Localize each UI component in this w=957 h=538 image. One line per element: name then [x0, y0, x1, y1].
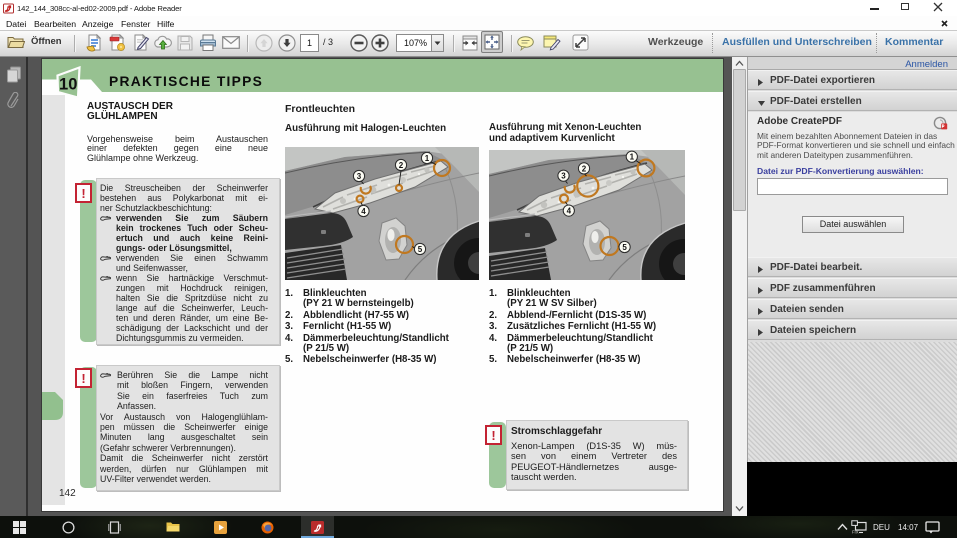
svg-text:2: 2	[399, 161, 404, 170]
svg-text:2: 2	[582, 164, 587, 173]
svg-text:1: 1	[425, 154, 430, 163]
svg-text:5: 5	[418, 245, 423, 254]
svg-text:3: 3	[357, 172, 362, 181]
svg-text:5: 5	[622, 243, 627, 252]
svg-text:3: 3	[561, 172, 566, 181]
svg-text:1: 1	[630, 153, 635, 162]
svg-text:FIX: FIX	[852, 530, 859, 535]
svg-text:10: 10	[59, 76, 77, 94]
svg-text:4: 4	[361, 207, 366, 216]
svg-text:4: 4	[567, 207, 572, 216]
